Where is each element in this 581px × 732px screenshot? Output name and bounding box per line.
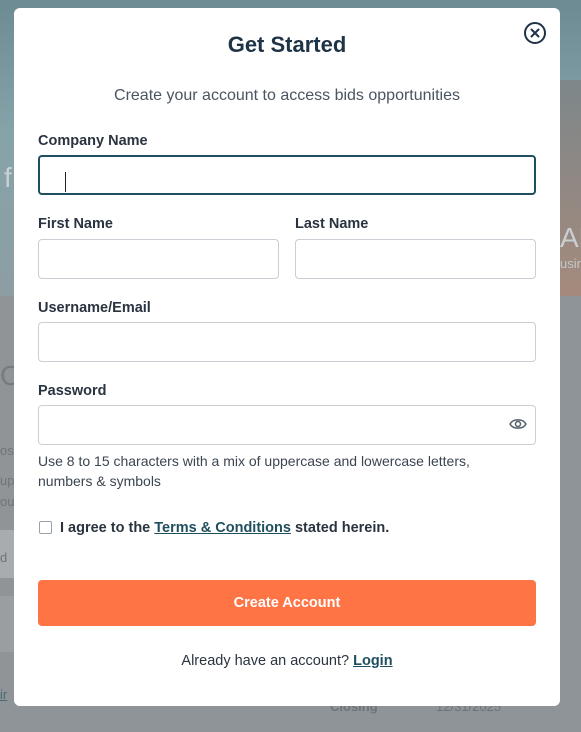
terms-prefix: I agree to the	[60, 520, 155, 536]
terms-agreement-text: I agree to the Terms & Conditions stated…	[60, 520, 389, 536]
background-link-fragment: ir	[0, 687, 8, 702]
signup-modal: Get Started Create your account to acces…	[14, 8, 560, 706]
company-name-label: Company Name	[38, 133, 148, 149]
background-text-fragment: os	[0, 443, 14, 458]
background-hero-subtext-right: usin	[560, 256, 581, 271]
first-name-label: First Name	[38, 216, 113, 232]
last-name-field[interactable]	[295, 239, 536, 279]
first-name-field[interactable]	[38, 239, 279, 279]
company-name-field[interactable]	[38, 155, 536, 195]
eye-icon[interactable]	[509, 417, 527, 431]
background-text-fragment: d	[0, 550, 8, 565]
password-label: Password	[38, 383, 107, 399]
username-email-label: Username/Email	[38, 300, 151, 316]
background-text-fragment: up	[0, 473, 15, 488]
login-link[interactable]: Login	[353, 653, 392, 669]
password-hint: Use 8 to 15 characters with a mix of upp…	[38, 453, 470, 489]
terms-link[interactable]: Terms & Conditions	[154, 520, 291, 536]
background-hero-text-left: f	[4, 162, 12, 193]
username-email-field[interactable]	[38, 322, 536, 362]
login-prompt-text: Already have an account?	[181, 653, 354, 669]
text-cursor	[65, 172, 66, 192]
modal-subtitle: Create your account to access bids oppor…	[114, 87, 460, 104]
create-account-button[interactable]: Create Account	[38, 580, 536, 626]
password-field[interactable]	[38, 405, 536, 445]
modal-title: Get Started	[227, 32, 347, 57]
terms-checkbox[interactable]	[39, 521, 52, 534]
last-name-label: Last Name	[295, 216, 369, 232]
background-hero-text-right: AL	[560, 222, 581, 253]
login-prompt: Already have an account? Login	[14, 653, 560, 669]
terms-suffix: stated herein.	[290, 520, 390, 536]
